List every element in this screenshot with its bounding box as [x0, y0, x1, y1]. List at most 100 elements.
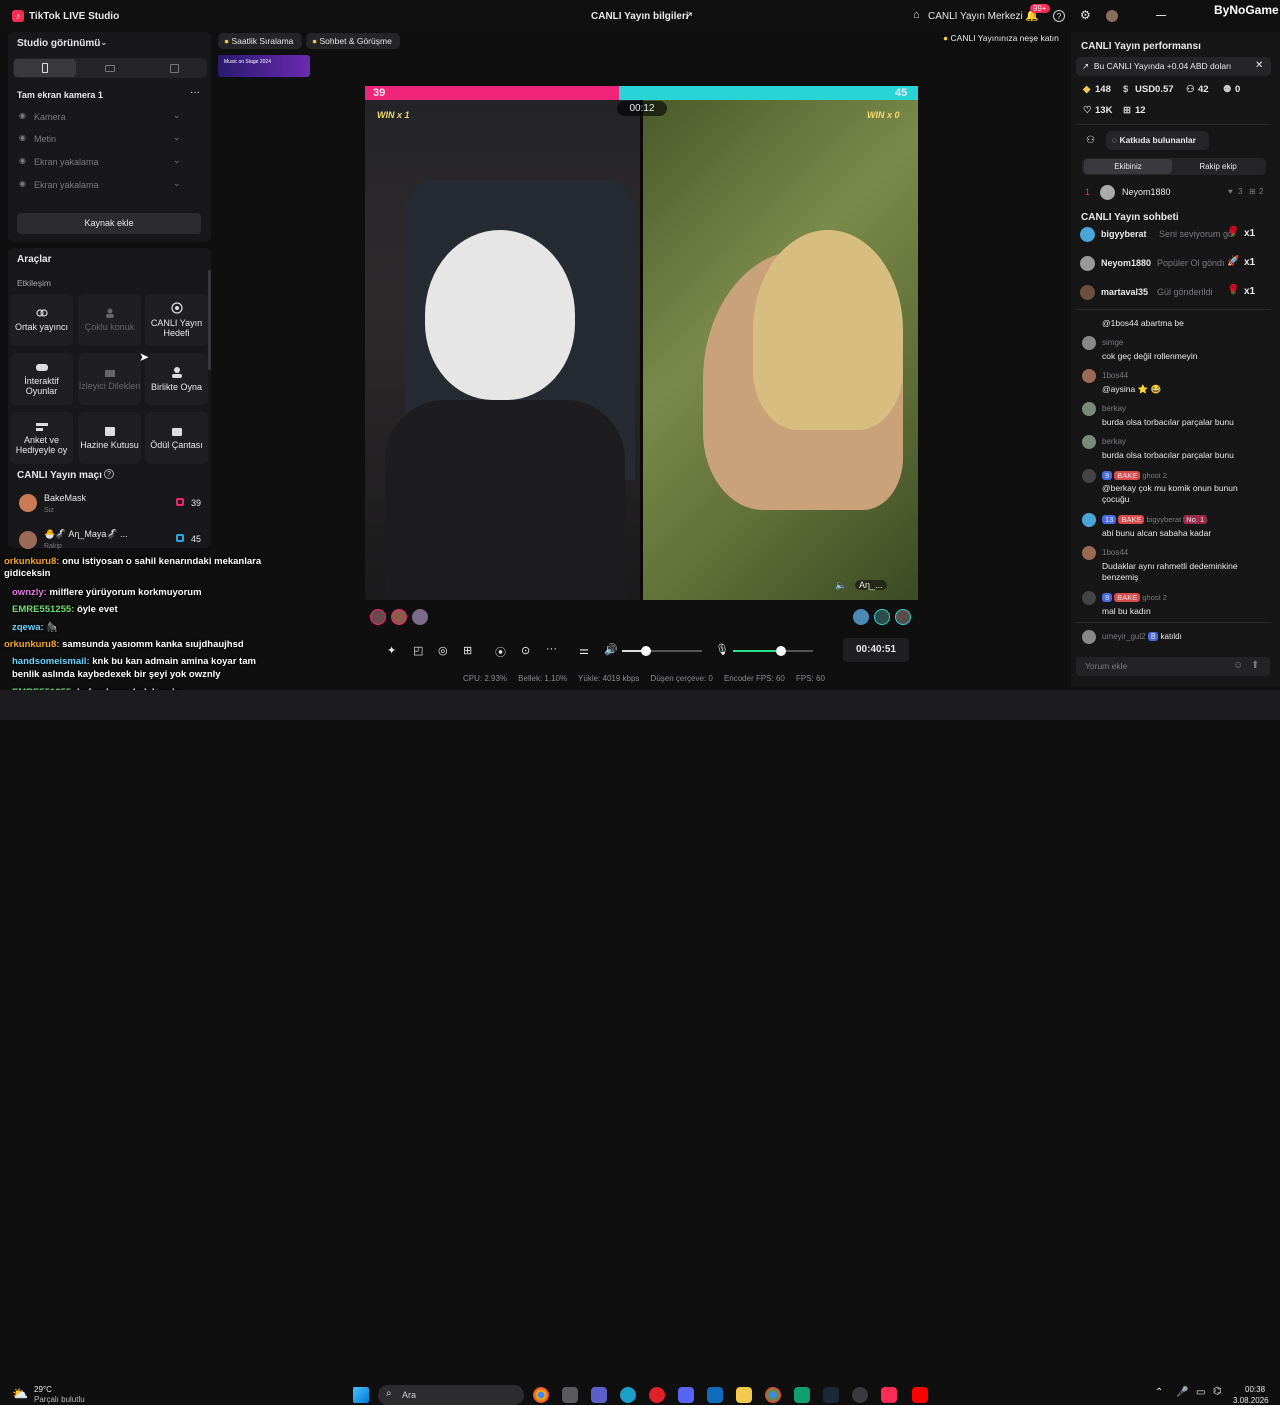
settings-icon[interactable]: ⚙: [1080, 8, 1091, 22]
weather-icon[interactable]: ⛅: [12, 1386, 28, 1402]
help-icon[interactable]: ?: [104, 469, 114, 479]
source-eye-icon[interactable]: ◉: [19, 111, 26, 120]
source-eye-icon[interactable]: ◉: [19, 133, 26, 142]
more-icon[interactable]: ···: [546, 643, 557, 655]
tool-interactive-games[interactable]: İnteraktif Oyunlar: [10, 353, 73, 405]
source-screen-2[interactable]: Ekran yakalama: [34, 180, 99, 190]
mic-fill: [733, 650, 781, 652]
teams-icon[interactable]: [591, 1387, 607, 1403]
avatar[interactable]: [853, 609, 869, 625]
display-tray-icon[interactable]: ▭: [1196, 1387, 1205, 1398]
time[interactable]: 00:38: [1245, 1385, 1265, 1394]
tab-your-team[interactable]: Ekibiniz: [1084, 159, 1172, 174]
layout-icon[interactable]: [170, 64, 179, 73]
emoji-icon[interactable]: ☺: [1233, 660, 1243, 671]
tool-play-together[interactable]: Birlikte Oyna: [145, 353, 208, 405]
audio-settings-icon[interactable]: ⚌: [579, 644, 589, 657]
tiktok-live-icon[interactable]: [881, 1387, 897, 1403]
chevron-down-icon[interactable]: ⌄: [173, 132, 181, 143]
home-icon[interactable]: ⌂: [913, 9, 920, 21]
network-icon[interactable]: ⌬: [1213, 1386, 1222, 1397]
add-source-button[interactable]: Kaynak ekle: [17, 213, 201, 234]
volume-icon[interactable]: 🔊: [604, 643, 618, 656]
avatar[interactable]: [412, 609, 428, 625]
source-eye-icon[interactable]: ◉: [19, 179, 26, 188]
person-add-icon[interactable]: ⚇: [1086, 135, 1095, 146]
source-camera[interactable]: Kamera: [34, 112, 66, 122]
add-scene-icon[interactable]: ⊞: [463, 644, 472, 657]
tools-scrollbar[interactable]: [208, 270, 211, 370]
avatar[interactable]: [874, 609, 890, 625]
tab-rival-team[interactable]: Rakip ekip: [1174, 159, 1262, 174]
event-banner[interactable]: Music on Stage 2024: [218, 55, 310, 77]
taskbar-search[interactable]: ⌕ Ara: [378, 1385, 524, 1405]
tool-poll[interactable]: Anket ve Hediyeyle oy: [10, 412, 73, 464]
mic-knob[interactable]: [776, 646, 786, 656]
landscape-icon[interactable]: [105, 65, 115, 72]
mic-icon[interactable]: 🎙: [715, 643, 729, 656]
camera-scene-label[interactable]: Tam ekran kamera 1: [17, 90, 103, 100]
more-icon[interactable]: ···: [190, 87, 200, 98]
tray-chevron-icon[interactable]: ⌃: [1155, 1387, 1163, 1398]
opera-icon[interactable]: [649, 1387, 665, 1403]
windows-start-icon[interactable]: [353, 1387, 369, 1403]
terminal-icon[interactable]: [794, 1387, 810, 1403]
avatar[interactable]: [370, 609, 386, 625]
source-screen-1[interactable]: Ekran yakalama: [34, 157, 99, 167]
chevron-down-icon[interactable]: ⌄: [173, 178, 181, 189]
chevron-down-icon[interactable]: ⌄: [100, 37, 108, 48]
share-icon[interactable]: ↗: [684, 9, 693, 22]
tool-label: Ortak yayıncı: [14, 322, 68, 332]
tool-live-goal[interactable]: CANLI Yayın Hedefi: [145, 294, 208, 346]
obs-icon[interactable]: [852, 1387, 868, 1403]
source-eye-icon[interactable]: ◉: [19, 156, 26, 165]
chat-meet-chip[interactable]: ● Sohbet & Görüşme: [306, 33, 400, 49]
contributors-button[interactable]: ◌ Katkıda bulunanlar: [1106, 131, 1209, 150]
send-icon[interactable]: ⬆: [1251, 660, 1259, 671]
tool-viewer-wishes[interactable]: İzleyici Dilekleri: [78, 353, 141, 405]
effects-icon[interactable]: ◰: [413, 644, 423, 657]
date[interactable]: 3.08.2026: [1233, 1396, 1269, 1405]
record-icon[interactable]: ⦿: [495, 644, 506, 660]
mask-shape: [425, 230, 575, 400]
hourly-ranking-chip[interactable]: ● Saatlik Sıralama: [218, 33, 302, 49]
folder-icon[interactable]: [736, 1387, 752, 1403]
link-icon: [35, 309, 48, 317]
chevron-down-icon[interactable]: ⌄: [173, 110, 181, 121]
volume-knob[interactable]: [641, 646, 651, 656]
help-icon[interactable]: ?: [1053, 10, 1065, 22]
youtube-icon[interactable]: [912, 1387, 928, 1403]
stream-info-title[interactable]: CANLI Yayın bilgileri: [591, 11, 689, 22]
mail-icon[interactable]: [707, 1387, 723, 1403]
steam-icon[interactable]: [823, 1387, 839, 1403]
camera-icon[interactable]: ⊙: [521, 644, 530, 657]
source-text[interactable]: Metin: [34, 134, 56, 144]
speaker-icon[interactable]: 🔈: [835, 580, 846, 591]
avatar[interactable]: [895, 609, 911, 625]
discord-icon[interactable]: [678, 1387, 694, 1403]
edge-icon[interactable]: [620, 1387, 636, 1403]
comment-input[interactable]: Yorum ekle ☺ ⬆: [1076, 657, 1270, 676]
trend-icon: ↗: [1082, 61, 1090, 71]
close-icon[interactable]: ✕: [1255, 60, 1263, 71]
studio-view-label[interactable]: Studio görünümü: [17, 38, 100, 49]
tool-treasure-box[interactable]: Hazine Kutusu: [78, 412, 141, 464]
filter-icon[interactable]: ◎: [438, 644, 448, 657]
chrome-icon[interactable]: [533, 1387, 549, 1403]
live-center-button[interactable]: CANLI Yayın Merkezi: [928, 11, 1023, 22]
tool-reward-bag[interactable]: Ödül Çantası: [145, 412, 208, 464]
magic-wand-icon[interactable]: ✦: [387, 644, 396, 657]
minimize-icon[interactable]: [1156, 15, 1166, 16]
tool-multi-guest[interactable]: Çoklu konuk: [78, 294, 141, 346]
chrome-icon[interactable]: [765, 1387, 781, 1403]
mic-tray-icon[interactable]: 🎤: [1176, 1387, 1188, 1398]
volume-slider[interactable]: [622, 646, 702, 656]
mic-slider[interactable]: [733, 646, 813, 656]
avatar[interactable]: [391, 609, 407, 625]
hint-chip[interactable]: ● CANLI Yayınınıza neşe katın: [943, 33, 1059, 43]
chevron-down-icon[interactable]: ⌄: [173, 155, 181, 166]
stats-bar: CPU: 2.93% Bellek: 1.10% Yükle: 4019 kbp…: [463, 674, 825, 683]
tool-cohost[interactable]: Ortak yayıncı: [10, 294, 73, 346]
avatar[interactable]: [1106, 10, 1118, 22]
explorer-icon[interactable]: [562, 1387, 578, 1403]
